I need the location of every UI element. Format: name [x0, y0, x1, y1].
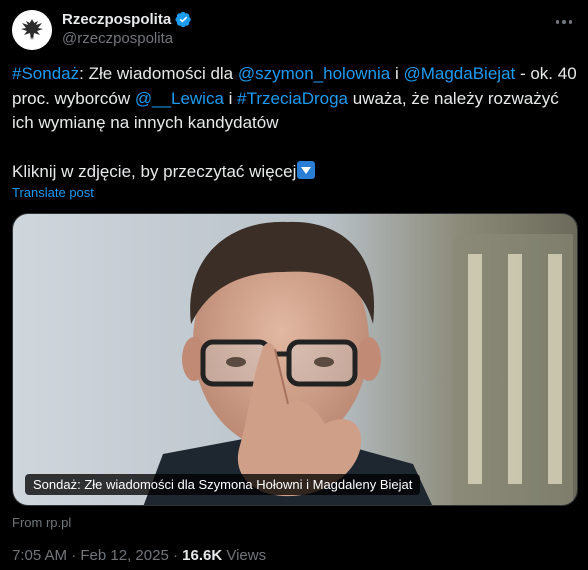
media-card[interactable]: Sondaż: Złe wiadomości dla Szymona Hołow…	[12, 213, 578, 506]
more-dot-icon	[555, 20, 560, 24]
more-options-button[interactable]	[552, 12, 576, 32]
media-caption: Sondaż: Złe wiadomości dla Szymona Hołow…	[25, 474, 421, 495]
verified-badge-icon	[175, 11, 191, 28]
name-row: Rzeczpospolita	[62, 11, 192, 28]
account-name[interactable]: Rzeczpospolita	[62, 11, 171, 28]
hashtag-link[interactable]: #Sondaż	[12, 64, 79, 83]
views-count: 16.6K	[182, 547, 223, 564]
read-more-text: Kliknij w zdjęcie, by przeczytać więcej	[12, 162, 297, 181]
mention-link[interactable]: @szymon_holownia	[238, 64, 390, 83]
post-meta: 7:05 AM · Feb 12, 2025 · 16.6K Views	[12, 547, 266, 564]
more-dot-icon	[568, 20, 573, 24]
eagle-logo-icon	[12, 10, 52, 50]
hashtag-link[interactable]: #TrzeciaDroga	[237, 89, 348, 108]
translate-post-link[interactable]: Translate post	[12, 185, 94, 200]
post-time[interactable]: 7:05 AM	[12, 547, 67, 564]
views-label: Views	[222, 547, 267, 564]
mention-link[interactable]: @__Lewica	[135, 89, 224, 108]
tweet-paragraph: #Sondaż: Złe wiadomości dla @szymon_holo…	[12, 62, 578, 136]
more-dot-icon	[562, 20, 566, 24]
photo-image	[13, 214, 577, 505]
tweet-text-segment: i	[223, 88, 238, 108]
mention-link[interactable]: @MagdaBiejat	[403, 64, 515, 83]
avatar[interactable]	[12, 10, 52, 50]
account-handle[interactable]: @rzeczpospolita	[62, 30, 173, 47]
arrow-down-emoji-icon	[297, 161, 316, 179]
source-link[interactable]: From rp.pl	[12, 515, 71, 530]
tweet-second-line: Kliknij w zdjęcie, by przeczytać więcej	[12, 160, 578, 185]
tweet-text: #Sondaż: Złe wiadomości dla @szymon_holo…	[12, 62, 578, 185]
tweet-text-segment: i	[390, 64, 404, 83]
meta-separator: ·	[67, 547, 81, 564]
post-header: Rzeczpospolita @rzeczpospolita	[12, 10, 578, 50]
tweet-text-segment: : Złe wiadomości dla	[79, 64, 238, 83]
post-date[interactable]: Feb 12, 2025	[80, 547, 168, 564]
meta-separator: ·	[168, 547, 183, 564]
